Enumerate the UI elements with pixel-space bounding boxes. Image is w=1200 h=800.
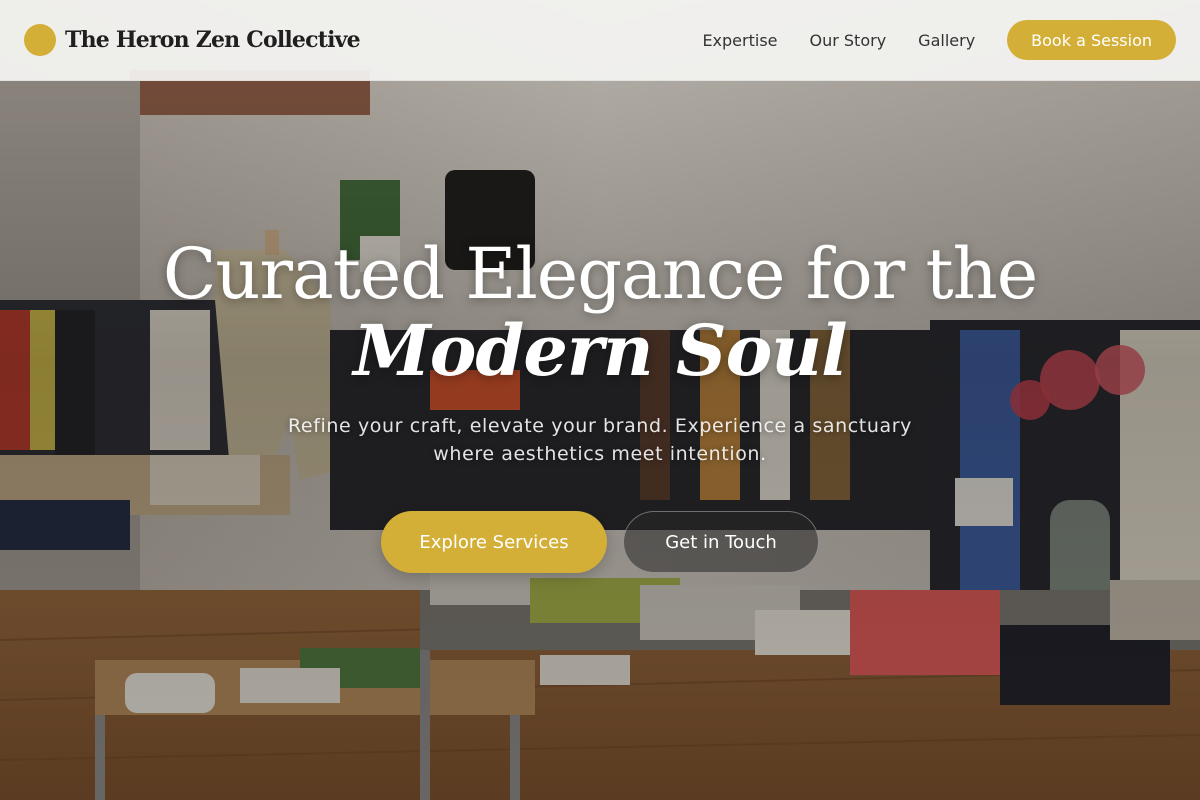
nav-links: Expertise Our Story Gallery bbox=[702, 31, 975, 50]
gold-circle-icon bbox=[24, 24, 56, 56]
hero-title-line2: Modern Soul bbox=[353, 309, 848, 392]
top-navbar: The Heron Zen Collective Expertise Our S… bbox=[0, 0, 1200, 81]
nav-link-gallery[interactable]: Gallery bbox=[918, 31, 975, 50]
explore-services-button[interactable]: Explore Services bbox=[381, 511, 607, 573]
hero-title: Curated Elegance for the Modern Soul bbox=[0, 232, 1200, 386]
nav-link-our-story[interactable]: Our Story bbox=[810, 31, 887, 50]
get-in-touch-button[interactable]: Get in Touch bbox=[623, 511, 819, 573]
nav-link-expertise[interactable]: Expertise bbox=[702, 31, 777, 50]
brand-logo[interactable]: The Heron Zen Collective bbox=[24, 24, 361, 56]
hero-subtitle: Refine your craft, elevate your brand. E… bbox=[287, 415, 912, 465]
brand-name: The Heron Zen Collective bbox=[65, 27, 361, 53]
hero-buttons: Explore Services Get in Touch bbox=[0, 511, 1200, 573]
hero-content: Curated Elegance for the Modern Soul Ref… bbox=[0, 232, 1200, 573]
book-session-button[interactable]: Book a Session bbox=[1007, 20, 1176, 60]
hero-title-line1: Curated Elegance for the bbox=[162, 233, 1038, 315]
